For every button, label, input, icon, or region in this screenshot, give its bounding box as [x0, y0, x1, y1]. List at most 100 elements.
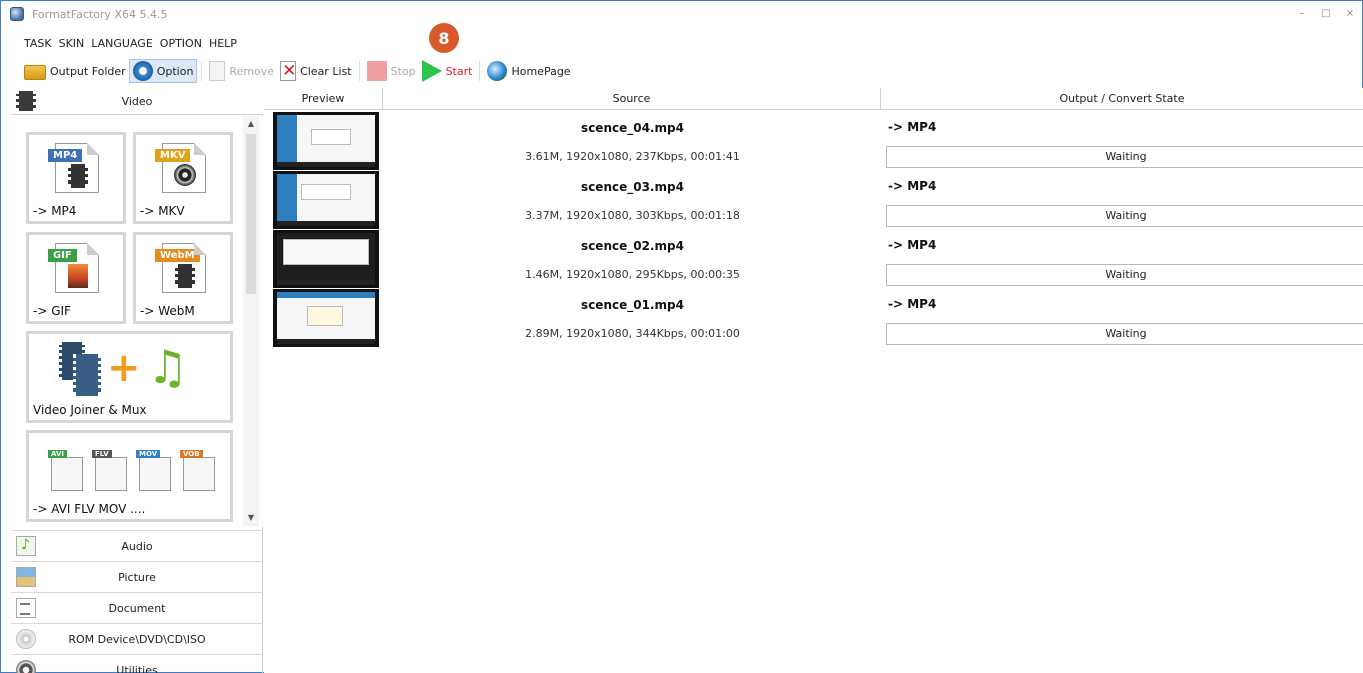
- column-output-state[interactable]: Output / Convert State: [881, 88, 1363, 110]
- thumbnail-sidebar: [277, 115, 297, 167]
- tile-video-joiner-label: Video Joiner & Mux: [33, 403, 147, 417]
- category-audio[interactable]: Audio: [11, 530, 263, 561]
- homepage-button[interactable]: HomePage: [484, 59, 573, 83]
- video-thumbnail: [273, 112, 379, 170]
- category-panel: Video MP4 -> MP4 MKV -> MKV GIF -> GIF W…: [11, 88, 263, 673]
- reel-icon: [174, 164, 196, 186]
- stop-label: Stop: [390, 64, 416, 78]
- thumbnail-screen: [277, 174, 375, 226]
- source-info: 3.61M, 1920x1080, 237Kbps, 00:01:41: [525, 150, 740, 163]
- film-play-icon: [175, 264, 195, 288]
- thumbnail-taskbar: [277, 162, 375, 167]
- category-utilities[interactable]: Utilities: [11, 654, 263, 673]
- source-filename: scence_01.mp4: [581, 298, 684, 312]
- title-bar: FormatFactory X64 5.4.5 – □ ×: [1, 1, 1362, 27]
- convert-state: Waiting: [886, 264, 1363, 286]
- column-preview[interactable]: Preview: [264, 88, 383, 110]
- menu-help[interactable]: HELP: [209, 37, 237, 50]
- thumbnail-dialog: [307, 306, 343, 326]
- toolbar-separator: [201, 61, 203, 81]
- mov-tag: MOV: [136, 450, 161, 458]
- category-video[interactable]: Video: [11, 88, 263, 115]
- gif-tag: GIF: [48, 249, 77, 262]
- category-audio-label: Audio: [121, 539, 153, 553]
- tile-to-mp4-label: -> MP4: [33, 204, 77, 218]
- source-info: 2.89M, 1920x1080, 344Kbps, 00:01:00: [525, 327, 740, 340]
- clear-list-button[interactable]: Clear List: [277, 59, 355, 83]
- tile-to-mkv-label: -> MKV: [140, 204, 185, 218]
- video-thumbnail: [273, 230, 379, 288]
- category-document-label: Document: [108, 601, 166, 615]
- clear-list-icon: [280, 61, 296, 81]
- mkv-tag: MKV: [155, 149, 191, 162]
- clear-list-label: Clear List: [300, 64, 352, 78]
- mkv-file-icon: MKV: [155, 143, 206, 193]
- remove-button[interactable]: Remove: [206, 59, 277, 83]
- step-badge: 8: [429, 23, 459, 53]
- option-button[interactable]: Option: [128, 59, 198, 83]
- video-thumbnail: [273, 289, 379, 347]
- tile-to-mp4[interactable]: MP4 -> MP4: [26, 132, 126, 224]
- category-document[interactable]: Document: [11, 592, 263, 623]
- task-row[interactable]: scence_04.mp4 3.61M, 1920x1080, 237Kbps,…: [264, 111, 1363, 170]
- column-source[interactable]: Source: [383, 88, 881, 110]
- tile-to-avi-flv-mov[interactable]: AVI FLV MOV VOB -> AVI FLV MOV ....: [26, 430, 233, 522]
- output-format: -> MP4: [888, 120, 937, 134]
- multi-format-icons: AVI FLV MOV VOB: [48, 445, 229, 495]
- tile-to-webm-label: -> WebM: [140, 304, 195, 318]
- folder-icon: [24, 65, 46, 80]
- joiner-icon: + ♫: [55, 342, 215, 398]
- stop-button[interactable]: Stop: [364, 59, 419, 83]
- music-note-icon: ♫: [147, 340, 189, 394]
- option-label: Option: [156, 64, 194, 78]
- video-function-grid: MP4 -> MP4 MKV -> MKV GIF -> GIF WebM ->…: [11, 116, 263, 526]
- convert-state: Waiting: [886, 146, 1363, 168]
- thumbnail-screen: [277, 115, 375, 167]
- task-row[interactable]: scence_03.mp4 3.37M, 1920x1080, 303Kbps,…: [264, 170, 1363, 229]
- video-grid-scrollbar[interactable]: ▲ ▼: [243, 116, 259, 526]
- video-thumbnail: [273, 171, 379, 229]
- mp4-file-icon: MP4: [48, 143, 99, 193]
- homepage-label: HomePage: [511, 64, 571, 78]
- film-strip-icon: [73, 354, 101, 396]
- toolbar-separator: [358, 61, 360, 81]
- app-window: FormatFactory X64 5.4.5 – □ × TASK SKIN …: [0, 0, 1363, 673]
- tile-to-webm[interactable]: WebM -> WebM: [133, 232, 233, 324]
- plus-icon: +: [107, 345, 141, 391]
- scroll-down-arrow-icon[interactable]: ▼: [243, 510, 259, 526]
- vob-file-icon: VOB: [180, 450, 215, 491]
- output-folder-label: Output Folder: [50, 64, 126, 78]
- task-row[interactable]: scence_01.mp4 2.89M, 1920x1080, 344Kbps,…: [264, 288, 1363, 347]
- category-rom-device[interactable]: ROM Device\DVD\CD\ISO: [11, 623, 263, 654]
- task-list-header: Preview Source Output / Convert State: [264, 88, 1363, 110]
- thumbnail-dialog: [311, 129, 351, 145]
- thumbnail-header: [277, 292, 375, 298]
- scroll-up-arrow-icon[interactable]: ▲: [243, 116, 259, 132]
- thumbnail-taskbar: [277, 221, 375, 226]
- minimize-button[interactable]: –: [1290, 1, 1314, 25]
- toolbar-separator: [479, 61, 481, 81]
- menu-language[interactable]: LANGUAGE: [91, 37, 153, 50]
- menu-task[interactable]: TASK: [24, 37, 52, 50]
- menu-option[interactable]: OPTION: [160, 37, 202, 50]
- tile-video-joiner-mux[interactable]: + ♫ Video Joiner & Mux: [26, 331, 233, 423]
- vob-tag: VOB: [180, 450, 203, 458]
- close-button[interactable]: ×: [1338, 1, 1362, 25]
- task-row[interactable]: scence_02.mp4 1.46M, 1920x1080, 295Kbps,…: [264, 229, 1363, 288]
- flv-tag: FLV: [92, 450, 112, 458]
- category-picture[interactable]: Picture: [11, 561, 263, 592]
- source-filename: scence_03.mp4: [581, 180, 684, 194]
- avi-tag: AVI: [48, 450, 67, 458]
- remove-icon: [209, 61, 226, 81]
- maximize-button[interactable]: □: [1314, 1, 1338, 25]
- menu-skin[interactable]: SKIN: [59, 37, 85, 50]
- output-format: -> MP4: [888, 297, 937, 311]
- tile-to-mkv[interactable]: MKV -> MKV: [133, 132, 233, 224]
- start-button[interactable]: Start: [419, 59, 476, 83]
- tile-to-gif[interactable]: GIF -> GIF: [26, 232, 126, 324]
- thumbnail-sidebar: [277, 174, 297, 226]
- output-folder-button[interactable]: Output Folder: [21, 59, 129, 83]
- source-filename: scence_02.mp4: [581, 239, 684, 253]
- scroll-thumb[interactable]: [246, 134, 256, 294]
- globe-icon: [487, 61, 508, 81]
